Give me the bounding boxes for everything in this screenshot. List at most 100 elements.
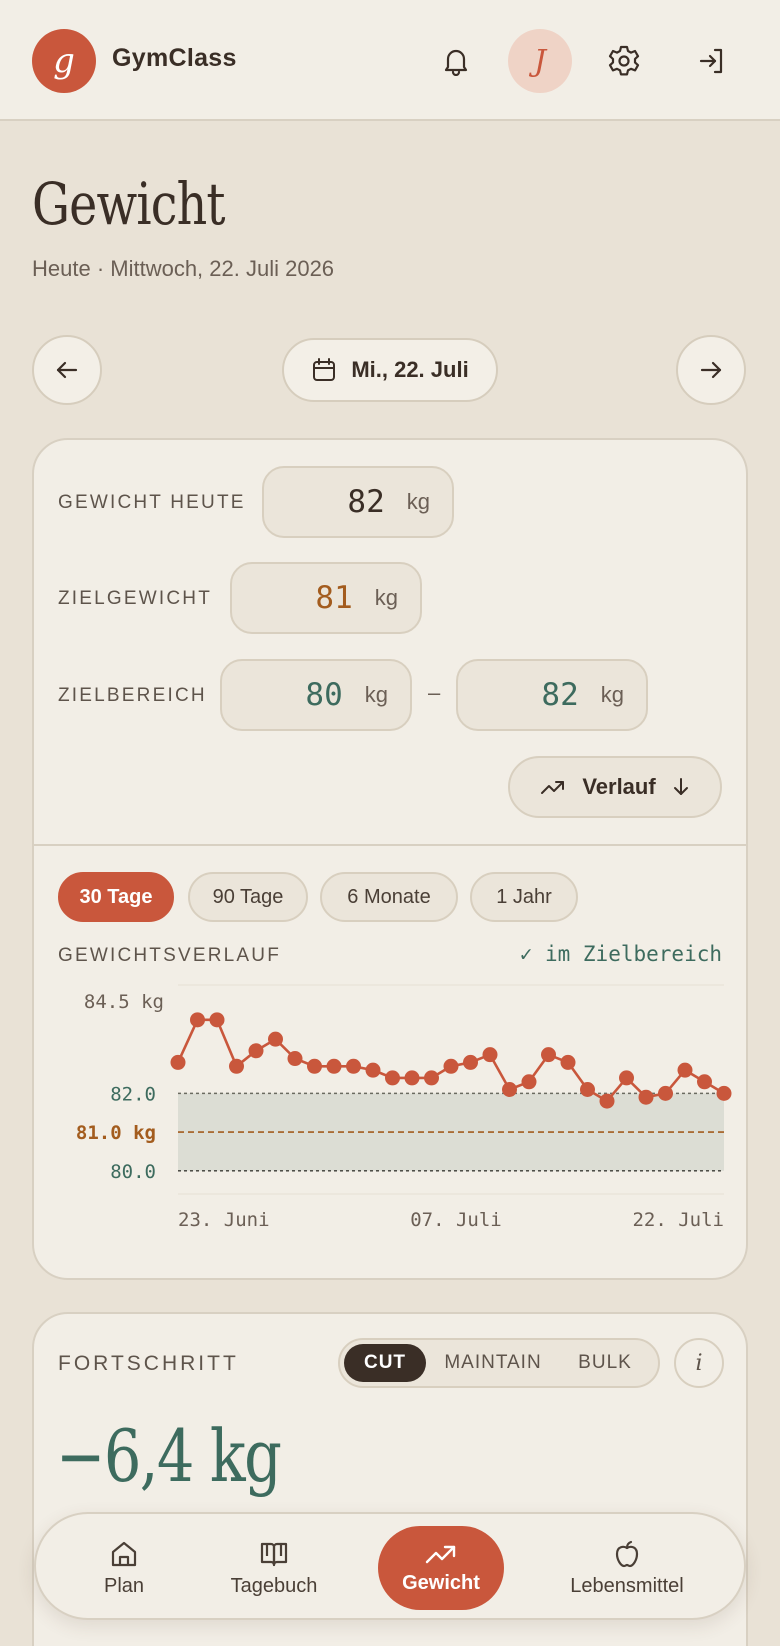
target-max-input[interactable]: 82 kg	[456, 659, 648, 731]
weight-point[interactable]	[404, 1070, 420, 1086]
calendar-icon	[313, 358, 336, 381]
weight-chart: 84.5 kg 82.0 81.0 kg 80.0 23. Juni 07. J…	[76, 984, 732, 1231]
weight-point[interactable]	[209, 1012, 225, 1028]
weight-point[interactable]	[580, 1082, 595, 1097]
chart-label: GEWICHTSVERLAUF	[58, 945, 282, 966]
goal-label: 81.0 kg	[76, 1122, 156, 1144]
weight-point[interactable]	[385, 1070, 400, 1086]
nav-tagebuch-label: Tagebuch	[230, 1574, 318, 1597]
range-tab-90[interactable]: 90 Tage	[188, 872, 308, 922]
settings-icon[interactable]	[592, 29, 656, 93]
unit-label: kg	[374, 585, 398, 610]
top-bar: g GymClass J	[0, 0, 780, 121]
weight-point[interactable]	[599, 1093, 615, 1109]
weight-point[interactable]	[424, 1070, 439, 1086]
nav-lebensmittel[interactable]: Lebensmittel	[564, 1514, 690, 1622]
goal-weight-input[interactable]: 81 kg	[230, 562, 422, 634]
mode-bulk-button[interactable]: BULK	[560, 1344, 650, 1382]
weight-point[interactable]	[287, 1051, 303, 1067]
range-tab-30[interactable]: 30 Tage	[58, 872, 174, 922]
home-icon	[111, 1541, 137, 1566]
goal-weight-value: 81	[315, 580, 353, 616]
weight-point[interactable]	[365, 1062, 381, 1078]
info-button[interactable]: i	[674, 1338, 724, 1388]
unit-label: kg	[406, 489, 430, 514]
x-label-start: 23. Juni	[178, 1209, 270, 1231]
weight-point[interactable]	[463, 1054, 478, 1070]
weight-point[interactable]	[658, 1085, 673, 1101]
today-weight-label: GEWICHT HEUTE	[58, 492, 246, 513]
avatar-letter: J	[533, 43, 547, 79]
unit-label: kg	[600, 682, 624, 707]
target-max-label: 82.0	[110, 1083, 156, 1105]
logo-letter: g	[53, 41, 75, 81]
weight-point[interactable]	[638, 1089, 654, 1105]
range-separator: –	[428, 680, 441, 705]
page-title: Gewicht	[32, 170, 226, 238]
weight-point[interactable]	[521, 1074, 537, 1090]
weight-point[interactable]	[229, 1058, 244, 1074]
y-top-label: 84.5 kg	[84, 991, 164, 1013]
range-tab-6m[interactable]: 6 Monate	[320, 872, 458, 922]
mode-maintain-button[interactable]: MAINTAIN	[426, 1344, 560, 1382]
weight-point[interactable]	[541, 1047, 556, 1063]
goal-weight-label: ZIELGEWICHT	[58, 588, 213, 609]
card-divider	[34, 844, 746, 846]
apple-icon	[615, 1540, 639, 1567]
target-max-value: 82	[541, 677, 579, 713]
weight-point[interactable]	[619, 1070, 634, 1086]
nav-plan-label: Plan	[103, 1574, 145, 1597]
x-label-end: 22. Juli	[632, 1209, 724, 1231]
nav-tagebuch[interactable]: Tagebuch	[214, 1514, 334, 1622]
nav-gewicht-label: Gewicht	[402, 1571, 480, 1594]
app-name: GymClass	[112, 44, 237, 72]
weight-point[interactable]	[268, 1031, 283, 1047]
history-label: Verlauf	[582, 774, 656, 799]
date-picker-button[interactable]: Mi., 22. Juli	[282, 338, 498, 402]
weight-point[interactable]	[326, 1058, 342, 1074]
unit-label: kg	[364, 682, 388, 707]
weight-delta: −6,4 kg	[56, 1414, 282, 1498]
user-avatar[interactable]: J	[508, 29, 572, 93]
book-icon	[260, 1542, 288, 1566]
weight-point[interactable]	[697, 1074, 712, 1090]
status-badge: ✓ im Zielbereich	[519, 942, 722, 966]
weight-point[interactable]	[502, 1082, 517, 1097]
page-subtitle: Heute · Mittwoch, 22. Juli 2026	[32, 256, 335, 281]
weight-point[interactable]	[677, 1062, 693, 1078]
range-tab-1y[interactable]: 1 Jahr	[470, 872, 578, 922]
weight-point[interactable]	[307, 1058, 322, 1074]
next-day-button[interactable]	[676, 335, 746, 405]
prev-day-button[interactable]	[32, 335, 102, 405]
target-min-label: 80.0	[110, 1161, 156, 1183]
app-logo[interactable]: g	[32, 29, 96, 93]
mode-selector: CUT MAINTAIN BULK	[338, 1338, 660, 1388]
bottom-nav: Plan Tagebuch Gewicht Lebensmittel	[34, 1512, 746, 1620]
date-label: Mi., 22. Juli	[351, 357, 469, 382]
today-weight-input[interactable]: 82 kg	[262, 466, 454, 538]
arrow-down-icon	[673, 778, 688, 795]
weight-point[interactable]	[346, 1058, 361, 1074]
arrow-right-icon	[700, 361, 722, 379]
weight-point[interactable]	[716, 1085, 732, 1101]
weight-point[interactable]	[443, 1058, 459, 1074]
nav-plan[interactable]: Plan	[84, 1514, 164, 1622]
today-weight-value: 82	[347, 484, 385, 520]
target-min-value: 80	[305, 677, 343, 713]
weight-point[interactable]	[482, 1047, 498, 1063]
nav-gewicht[interactable]: Gewicht	[378, 1526, 504, 1610]
weight-point[interactable]	[560, 1054, 576, 1070]
bell-icon[interactable]	[424, 29, 488, 93]
logout-icon[interactable]	[680, 29, 744, 93]
progress-label: FORTSCHRITT	[58, 1352, 239, 1375]
arrow-left-icon	[56, 361, 78, 379]
nav-lebensmittel-label: Lebensmittel	[570, 1574, 684, 1597]
x-label-mid: 07. Juli	[410, 1209, 502, 1231]
history-toggle-button[interactable]: Verlauf	[508, 756, 722, 818]
weight-point[interactable]	[170, 1054, 186, 1070]
target-min-input[interactable]: 80 kg	[220, 659, 412, 731]
weight-point[interactable]	[248, 1043, 264, 1059]
target-range-label: ZIELBEREICH	[58, 685, 207, 706]
weight-point[interactable]	[190, 1012, 205, 1028]
mode-cut-button[interactable]: CUT	[344, 1344, 426, 1382]
